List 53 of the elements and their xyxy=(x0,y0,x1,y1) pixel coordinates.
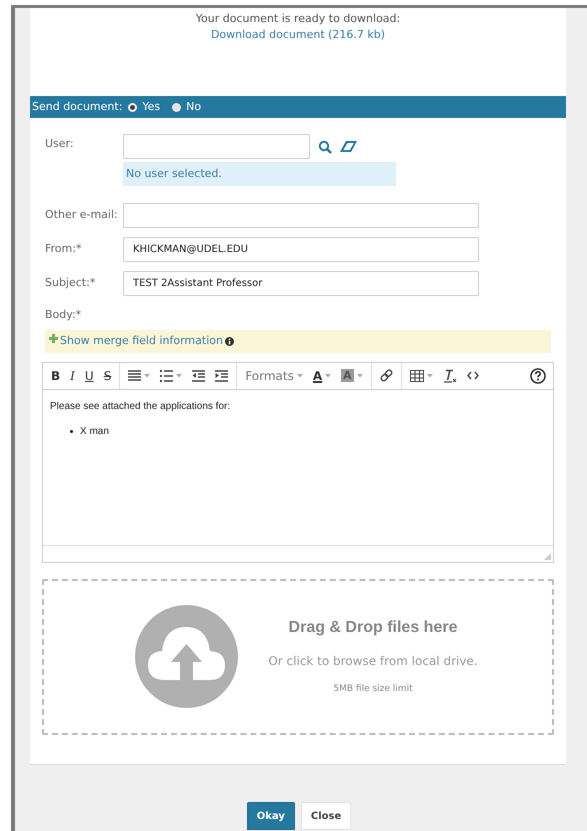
user-input-field[interactable] xyxy=(123,134,310,159)
eraser-icon[interactable] xyxy=(340,141,357,152)
caret-icon xyxy=(176,374,182,378)
code-icon xyxy=(466,371,479,380)
cloud-upload-icon xyxy=(135,605,238,708)
info-icon xyxy=(224,336,234,346)
field-label: Body:* xyxy=(45,307,82,323)
italic-button[interactable]: I xyxy=(66,364,79,386)
formats-button[interactable]: Formats xyxy=(241,364,307,386)
clear-format-icon xyxy=(442,368,457,382)
text-input-field[interactable]: TEST 2Assistant Professor xyxy=(123,271,479,296)
close-button[interactable]: Close xyxy=(300,802,352,830)
send-document-label: Send document: xyxy=(32,98,122,115)
search-icon[interactable] xyxy=(318,140,332,154)
align-icon xyxy=(128,370,142,382)
file-size-limit: 5MB file size limit xyxy=(333,683,413,696)
caret-icon xyxy=(426,374,433,378)
resize-handle-icon[interactable] xyxy=(544,552,551,560)
textcolor-button[interactable]: A xyxy=(308,364,336,386)
caret-icon xyxy=(356,374,363,378)
user-status-message: No user selected. xyxy=(123,162,396,186)
radio-option[interactable]: Yes xyxy=(128,98,160,116)
field-label: User: xyxy=(45,136,75,152)
radio-option[interactable]: No xyxy=(172,98,202,116)
bullet-icon xyxy=(70,430,73,432)
caret-icon xyxy=(325,374,332,378)
caret-icon xyxy=(296,374,303,378)
plus-icon xyxy=(49,334,58,342)
indent-icon xyxy=(215,370,228,382)
list-item-text: X man xyxy=(80,424,109,438)
field-label: From:* xyxy=(45,241,82,258)
file-drop-zone[interactable]: Drag & Drop files here Or click to browse from local drive. 5MB file size limit xyxy=(42,578,554,734)
download-message: Your document is ready to download: xyxy=(196,11,400,27)
text-input-field[interactable] xyxy=(123,203,479,228)
field-label: Other e-mail: xyxy=(45,207,119,224)
bullet-list-icon xyxy=(160,370,174,382)
bold-button[interactable]: B xyxy=(47,364,64,386)
underline-button[interactable]: U xyxy=(80,364,98,386)
drop-zone-title: Drag & Drop files here xyxy=(288,618,458,638)
okay-button[interactable]: Okay xyxy=(246,802,295,830)
text-input-field[interactable]: KHICKMAN@UDEL.EDU xyxy=(123,237,479,262)
caret-icon xyxy=(144,374,150,378)
drop-zone-subtitle: Or click to browse from local drive. xyxy=(268,653,478,670)
editor-content-area[interactable]: Please see attached the applications for: X man xyxy=(43,390,553,544)
outdent-icon xyxy=(192,370,206,382)
body-paragraph: Please see attached the applications for: xyxy=(50,400,232,414)
strike-button[interactable]: S xyxy=(100,364,116,386)
download-link[interactable]: Download document (216.7 kb) xyxy=(210,27,386,43)
chain-link-icon xyxy=(380,369,393,382)
field-label: Subject:* xyxy=(45,275,96,292)
merge-info-link[interactable]: Show merge field information xyxy=(60,332,223,350)
help-icon xyxy=(530,368,546,384)
table-grid-icon xyxy=(410,370,424,382)
